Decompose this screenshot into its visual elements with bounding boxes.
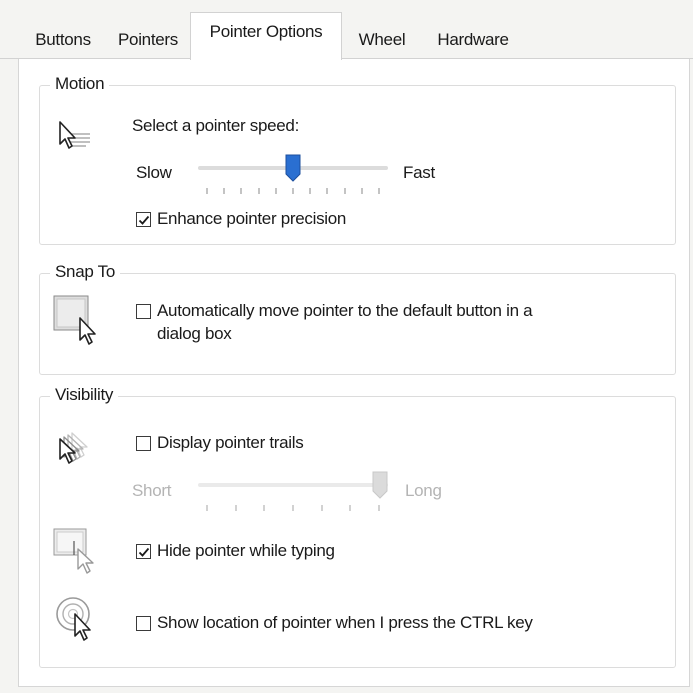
tab-pointers[interactable]: Pointers	[108, 22, 188, 58]
enhance-precision-checkbox[interactable]	[136, 212, 151, 227]
pointer-trails-icon	[54, 429, 100, 474]
tab-hardware[interactable]: Hardware	[424, 22, 522, 58]
snap-to-checkbox[interactable]	[136, 304, 151, 319]
hide-pointer-icon	[52, 527, 100, 582]
pointer-speed-prompt: Select a pointer speed:	[132, 116, 299, 135]
pointer-trails-slider-track	[198, 483, 388, 487]
slider-tick	[257, 188, 260, 194]
slider-tick	[292, 505, 294, 511]
motion-group-title: Motion	[50, 74, 110, 94]
snap-to-icon	[52, 294, 100, 351]
hide-pointer-checkbox[interactable]	[136, 544, 151, 559]
checkmark-icon	[138, 215, 149, 225]
slider-tick	[223, 188, 226, 194]
visibility-group-title: Visibility	[50, 385, 119, 405]
fast-label: Fast	[403, 163, 435, 182]
show-location-label[interactable]: Show location of pointer when I press th…	[157, 613, 533, 633]
pointer-speed-slider-ticks	[206, 188, 380, 194]
trails-long-label: Long	[405, 481, 442, 500]
slider-tick	[349, 505, 352, 511]
tab-strip: Buttons Pointers Pointer Options Wheel H…	[0, 0, 693, 60]
pointer-trails-slider-thumb[interactable]	[372, 471, 388, 499]
slider-tick	[234, 505, 237, 511]
slider-tick	[309, 188, 312, 194]
enhance-precision-label[interactable]: Enhance pointer precision	[157, 209, 346, 229]
pointer-speed-slider[interactable]	[198, 154, 388, 198]
pointer-speed-slider-thumb[interactable]	[285, 154, 301, 182]
motion-group: Motion Select a pointer speed: Slow Fast…	[39, 74, 676, 245]
tab-buttons[interactable]: Buttons	[24, 22, 102, 58]
slider-tick	[320, 505, 323, 511]
hide-pointer-label[interactable]: Hide pointer while typing	[157, 541, 335, 561]
tab-wheel[interactable]: Wheel	[344, 22, 420, 58]
slow-label: Slow	[136, 163, 172, 182]
checkmark-icon	[138, 547, 149, 557]
pointer-speed-icon	[56, 116, 94, 159]
pointer-trails-label[interactable]: Display pointer trails	[157, 433, 304, 453]
slider-tick	[292, 188, 294, 194]
pointer-trails-checkbox[interactable]	[136, 436, 151, 451]
snap-to-label-line2[interactable]: dialog box	[157, 324, 232, 344]
pointer-trails-slider[interactable]	[198, 471, 388, 515]
slider-tick	[378, 188, 380, 194]
show-location-checkbox[interactable]	[136, 616, 151, 631]
tab-panel: Motion Select a pointer speed: Slow Fast…	[18, 59, 690, 687]
slider-tick	[206, 188, 208, 194]
snap-to-group-title: Snap To	[50, 262, 120, 282]
slider-tick	[206, 505, 208, 511]
slider-tick	[326, 188, 329, 194]
trails-short-label: Short	[132, 481, 172, 500]
tab-pointer-options[interactable]: Pointer Options	[190, 12, 342, 60]
slider-tick	[240, 188, 243, 194]
pointer-trails-slider-ticks	[206, 505, 380, 511]
slider-tick	[274, 188, 277, 194]
slider-tick	[343, 188, 346, 194]
snap-to-group: Snap To Automatically move pointer to th…	[39, 262, 676, 375]
visibility-group: Visibility Display pointer trails Short …	[39, 385, 676, 668]
slider-tick	[360, 188, 363, 194]
pointer-location-icon	[54, 593, 100, 650]
slider-tick	[263, 505, 266, 511]
slider-tick	[378, 505, 380, 511]
snap-to-label-line1[interactable]: Automatically move pointer to the defaul…	[157, 301, 533, 321]
